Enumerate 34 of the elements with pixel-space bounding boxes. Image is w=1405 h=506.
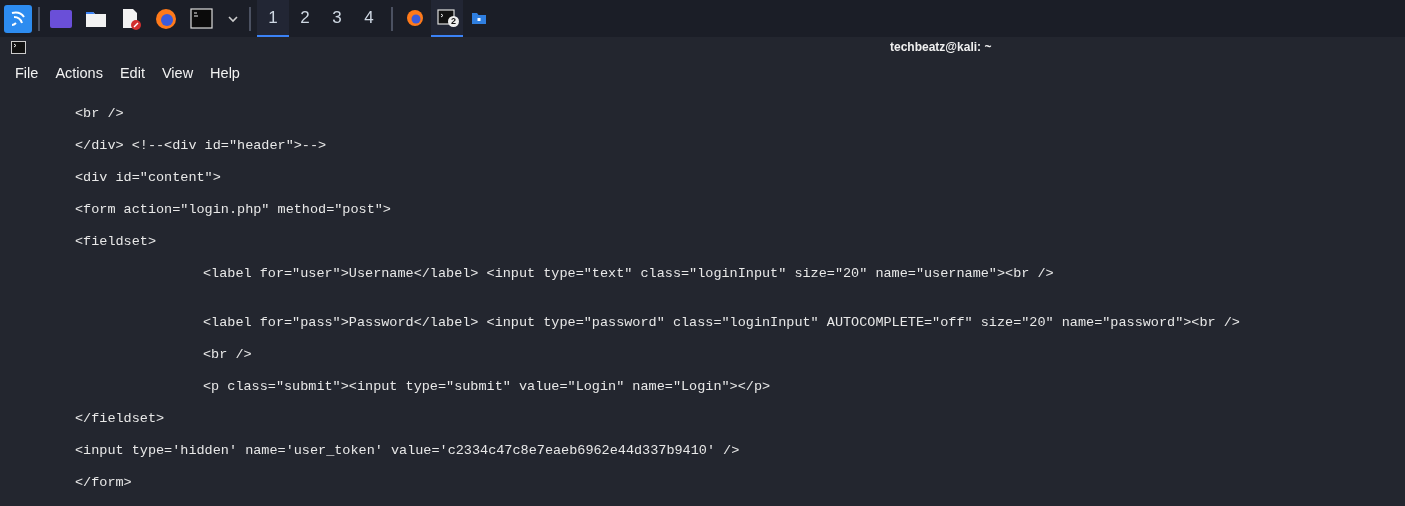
folder-icon <box>471 10 487 25</box>
code-line: <br /> <box>203 345 252 364</box>
document-icon[interactable] <box>120 7 142 30</box>
code-line: <label for="user">Username</label> <input type="text" class="loginInput" size="20" name="username"><br /> <box>203 264 1054 283</box>
code-line: <form action="login.php" method="post"> <box>75 200 391 219</box>
code-line: <div id="content"> <box>75 168 221 187</box>
chevron-down-icon[interactable] <box>227 14 239 23</box>
menu-item[interactable]: View <box>161 63 194 85</box>
window-title: techbeatz@kali: ~ <box>890 39 992 56</box>
menu-item[interactable]: Actions <box>55 63 103 85</box>
terminal-icon[interactable] <box>190 7 214 30</box>
terminal-icon <box>437 8 457 27</box>
menu-item[interactable]: File <box>15 63 39 85</box>
workspace-button[interactable]: 4 <box>353 0 385 37</box>
window-count-badge: 2 <box>448 16 459 27</box>
workspace-button[interactable]: 3 <box>321 0 353 37</box>
code-line: </div> <!--<div id="header">--> <box>75 136 327 155</box>
code-line: <label for="pass">Password</label> <input type="password" class="loginInput" AUTOCOMPLETE="off" size="20" name="password"><br /> <box>203 313 1240 332</box>
code-line: <p class="submit"><input type="submit" value="Login" name="Login"></p> <box>203 377 771 396</box>
menu-item[interactable]: Edit <box>119 63 145 85</box>
taskbar-window-button[interactable]: 2 <box>431 0 463 37</box>
code-line: <fieldset> <box>75 232 156 251</box>
terminal-icon <box>11 40 26 54</box>
folder-icon[interactable] <box>85 9 107 28</box>
fox-globe-icon[interactable] <box>155 7 177 30</box>
code-line: <br /> <box>75 104 124 123</box>
fox-globe-icon <box>406 8 424 27</box>
workspace-button[interactable]: 2 <box>289 0 321 37</box>
code-line: </form> <box>75 473 132 492</box>
code-line: </fieldset> <box>75 409 165 428</box>
menu-item[interactable]: Help <box>210 63 240 85</box>
workspace-button[interactable]: 1 <box>257 0 289 37</box>
code-line: <input type='hidden' name='user_token' value='c2334c47c8e7eaeb6962e44d337b9410' /> <box>75 441 740 460</box>
desktop-icon[interactable] <box>50 9 72 28</box>
